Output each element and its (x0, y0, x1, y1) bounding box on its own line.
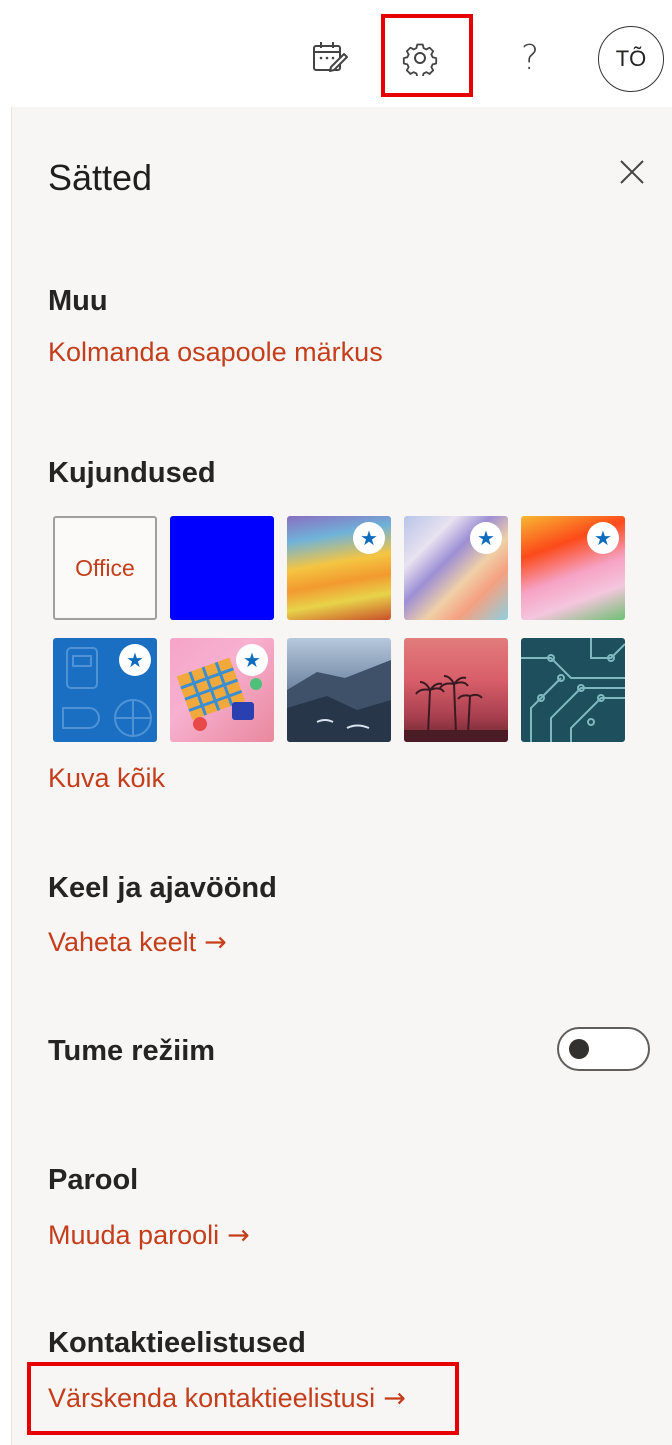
section-heading-contacts: Kontaktieelistused (48, 1327, 306, 1359)
theme-palms[interactable] (404, 638, 508, 742)
theme-office-label: Office (75, 554, 135, 581)
settings-button[interactable] (382, 20, 458, 96)
account-avatar[interactable]: TÕ (598, 26, 664, 92)
theme-swirl[interactable]: ★ (404, 516, 508, 620)
theme-circuit[interactable] (521, 638, 625, 742)
premium-star-icon: ★ (119, 644, 151, 676)
section-heading-language: Keel ja ajavöönd (48, 872, 277, 904)
arrow-right-icon: → (204, 927, 227, 958)
dark-mode-toggle[interactable] (557, 1027, 650, 1071)
premium-star-icon: ★ (353, 522, 385, 554)
theme-unicorn[interactable]: ★ (521, 516, 625, 620)
calendar-check-icon (313, 42, 348, 72)
my-day-button[interactable] (292, 20, 368, 96)
settings-panel: Sätted Muu Kolmanda osapoole märkus Kuju… (11, 107, 672, 1445)
update-contact-preferences-label: Värskenda kontaktieelistusi (48, 1383, 376, 1413)
premium-star-icon: ★ (470, 522, 502, 554)
dark-mode-label: Tume režiim (48, 1035, 216, 1067)
arrow-right-icon: → (383, 1383, 406, 1414)
theme-sports[interactable]: ★ (53, 638, 157, 742)
theme-mountains[interactable] (287, 638, 391, 742)
theme-circuit-pattern (521, 638, 625, 742)
change-password-link[interactable]: Muuda parooli → (48, 1220, 250, 1251)
toggle-knob (569, 1039, 589, 1059)
view-all-themes-link[interactable]: Kuva kõik (48, 763, 165, 794)
arrow-right-icon: → (227, 1220, 250, 1251)
change-password-label: Muuda parooli (48, 1220, 220, 1250)
premium-star-icon: ★ (236, 644, 268, 676)
gear-icon (402, 43, 438, 76)
theme-office[interactable]: Office (53, 516, 157, 620)
close-button[interactable] (612, 152, 652, 192)
theme-blue[interactable] (170, 516, 274, 620)
panel-title: Sätted (48, 157, 153, 198)
help-button[interactable]: ? (492, 20, 568, 96)
theme-palms-pattern (404, 675, 508, 742)
third-party-notice-link[interactable]: Kolmanda osapoole märkus (48, 337, 383, 368)
help-icon: ? (520, 38, 540, 78)
change-language-label: Vaheta keelt (48, 927, 197, 957)
section-heading-other: Muu (48, 285, 108, 317)
theme-rainbow[interactable]: ★ (287, 516, 391, 620)
close-icon (620, 160, 644, 184)
top-bar: ? TÕ (0, 0, 672, 107)
premium-star-icon: ★ (587, 522, 619, 554)
theme-board-game[interactable]: ★ (170, 638, 274, 742)
section-heading-themes: Kujundused (48, 457, 216, 489)
update-contact-preferences-link[interactable]: Värskenda kontaktieelistusi → (48, 1383, 406, 1414)
section-heading-password: Parool (48, 1164, 139, 1196)
theme-mountains-pattern (287, 660, 391, 742)
change-language-link[interactable]: Vaheta keelt → (48, 927, 227, 958)
